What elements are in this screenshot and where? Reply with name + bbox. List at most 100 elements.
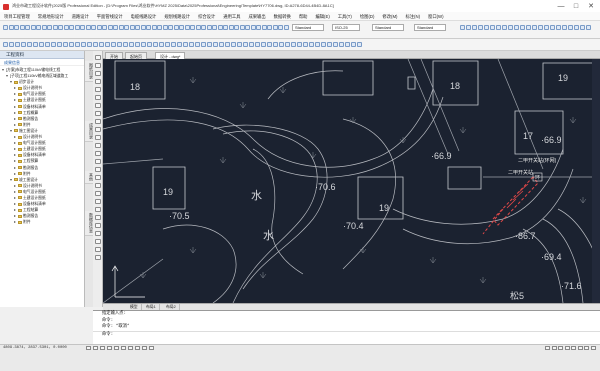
tool-icon[interactable]: [496, 25, 501, 30]
tool-icon[interactable]: [102, 25, 107, 30]
draw-tool-icon[interactable]: [95, 247, 101, 252]
tool-icon[interactable]: [285, 42, 290, 47]
tool-icon[interactable]: [538, 25, 543, 30]
tool-icon[interactable]: [234, 25, 239, 30]
tool-icon[interactable]: [69, 42, 74, 47]
tool-icon[interactable]: [3, 25, 8, 30]
tool-icon[interactable]: [303, 42, 308, 47]
tool-icon[interactable]: [206, 25, 212, 30]
menu-item[interactable]: 修改(M): [378, 12, 401, 20]
tool-icon[interactable]: [315, 42, 320, 47]
tool-icon[interactable]: [472, 25, 477, 30]
draw-tool-icon[interactable]: [95, 239, 101, 244]
status-toggle[interactable]: [149, 346, 154, 350]
tool-icon[interactable]: [87, 42, 92, 47]
tool-icon[interactable]: [85, 25, 91, 30]
tool-icon[interactable]: [228, 25, 234, 30]
draw-tool-icon[interactable]: [95, 151, 101, 156]
cad-drawing[interactable]: ·66.9 ·70.6 ·70.5 ·70.4 ·86.7 ·66.9 ·69.…: [103, 59, 600, 303]
tool-icon[interactable]: [189, 42, 194, 47]
tool-icon[interactable]: [69, 25, 74, 30]
tool-icon[interactable]: [41, 25, 47, 30]
tool-icon[interactable]: [278, 25, 283, 30]
tool-icon[interactable]: [162, 25, 168, 30]
draw-tool-icon[interactable]: [95, 95, 101, 100]
draw-tool-icon[interactable]: [95, 159, 101, 164]
tool-icon[interactable]: [45, 42, 50, 47]
tool-icon[interactable]: [117, 42, 122, 47]
tool-icon[interactable]: [357, 42, 362, 47]
draw-tool-icon[interactable]: [95, 111, 101, 116]
tool-icon[interactable]: [272, 25, 278, 30]
status-toggle[interactable]: [590, 346, 596, 350]
tool-icon[interactable]: [562, 25, 567, 30]
tool-icon[interactable]: [484, 25, 489, 30]
draw-tool-icon[interactable]: [95, 199, 101, 204]
tool-icon[interactable]: [239, 25, 245, 30]
tool-icon[interactable]: [574, 25, 579, 30]
tool-icon[interactable]: [153, 42, 158, 47]
status-toggle[interactable]: [135, 346, 140, 350]
tool-icon[interactable]: [80, 25, 85, 30]
tool-icon[interactable]: [217, 25, 223, 30]
tool-icon[interactable]: [297, 42, 302, 47]
tool-icon[interactable]: [556, 25, 561, 30]
tool-icon[interactable]: [267, 25, 272, 30]
draw-tool-icon[interactable]: [95, 175, 101, 180]
tool-icon[interactable]: [81, 42, 86, 47]
tree-node[interactable]: ▸ 附件: [0, 219, 86, 225]
status-toggle[interactable]: [93, 346, 98, 350]
tool-icon[interactable]: [118, 25, 124, 30]
tool-icon[interactable]: [526, 25, 531, 30]
tool-icon[interactable]: [171, 42, 176, 47]
tool-icon[interactable]: [184, 25, 190, 30]
tool-icon[interactable]: [243, 42, 248, 47]
menu-item[interactable]: 标注(N): [401, 12, 424, 20]
status-toggle[interactable]: [551, 346, 557, 350]
tool-icon[interactable]: [568, 25, 573, 30]
tool-icon[interactable]: [51, 42, 56, 47]
tool-icon[interactable]: [177, 42, 182, 47]
draw-tool-icon[interactable]: [95, 127, 101, 132]
draw-tool-icon[interactable]: [95, 215, 101, 220]
command-input[interactable]: 命令:: [93, 330, 600, 338]
tool-icon[interactable]: [75, 42, 80, 47]
tool-icon[interactable]: [466, 25, 471, 30]
status-toggle[interactable]: [571, 346, 576, 350]
draw-tool-icon[interactable]: [95, 79, 101, 84]
draw-tool-icon[interactable]: [95, 63, 101, 68]
document-tab[interactable]: 设计 - dwg*: [155, 52, 186, 59]
tool-icon[interactable]: [96, 25, 102, 30]
draw-tool-icon[interactable]: [95, 103, 101, 108]
tool-icon[interactable]: [291, 42, 296, 47]
draw-tool-icon[interactable]: [95, 223, 101, 228]
menu-item[interactable]: 成果输出: [244, 12, 269, 20]
draw-tool-icon[interactable]: [95, 191, 101, 196]
tool-icon[interactable]: [261, 25, 267, 30]
tool-icon[interactable]: [460, 25, 465, 30]
tool-icon[interactable]: [321, 42, 326, 47]
tool-icon[interactable]: [146, 25, 151, 30]
status-toggle[interactable]: [564, 346, 570, 350]
tool-icon[interactable]: [267, 42, 272, 47]
tool-icon[interactable]: [502, 25, 507, 30]
tool-icon[interactable]: [339, 42, 344, 47]
tool-icon[interactable]: [327, 42, 332, 47]
menu-item[interactable]: 综合设计: [194, 12, 219, 20]
draw-tool-icon[interactable]: [95, 87, 101, 92]
tool-icon[interactable]: [105, 42, 110, 47]
draw-tool-icon[interactable]: [95, 135, 101, 140]
tool-icon[interactable]: [279, 42, 284, 47]
draw-tool-icon[interactable]: [95, 183, 101, 188]
tool-icon[interactable]: [195, 25, 201, 30]
layer-select[interactable]: Standard: [292, 24, 324, 31]
dimstyle-select[interactable]: ISO-25: [332, 24, 360, 31]
tool-icon[interactable]: [135, 42, 140, 47]
maximize-button[interactable]: □: [569, 2, 583, 12]
status-toggle[interactable]: [107, 346, 112, 350]
tool-icon[interactable]: [129, 42, 134, 47]
minimize-button[interactable]: —: [554, 2, 568, 12]
tool-icon[interactable]: [21, 42, 26, 47]
document-tab[interactable]: 开始: [105, 52, 123, 59]
status-toggle[interactable]: [545, 346, 550, 350]
